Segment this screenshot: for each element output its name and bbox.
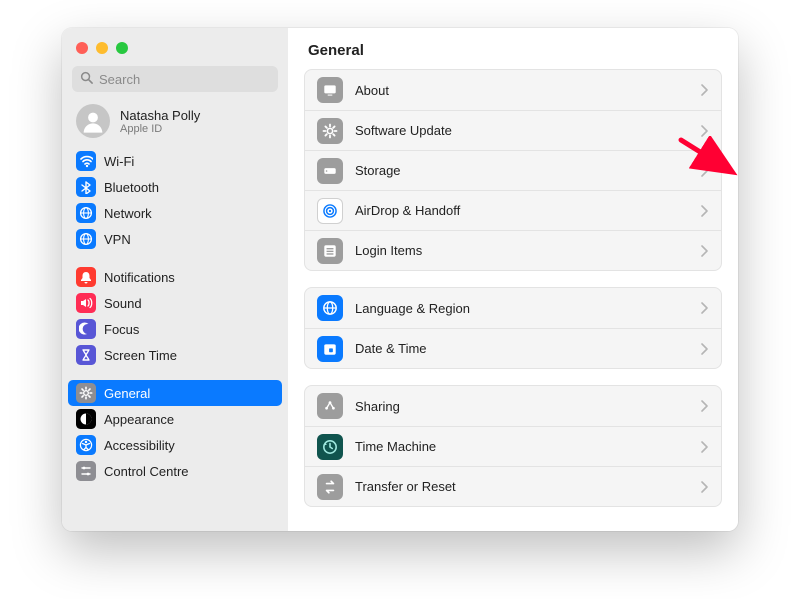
row-about[interactable]: About [305, 70, 721, 110]
settings-group: About Software Update Storage AirDrop & Han… [304, 69, 722, 271]
sidebar-item-screen-time[interactable]: Screen Time [68, 342, 282, 368]
sidebar-item-label: General [104, 386, 150, 401]
sidebar-item-bluetooth[interactable]: Bluetooth [68, 174, 282, 200]
sidebar-item-label: Bluetooth [104, 180, 159, 195]
avatar [76, 104, 110, 138]
row-label: Transfer or Reset [355, 479, 689, 494]
chevron-right-icon [701, 400, 709, 412]
chevron-right-icon [701, 84, 709, 96]
row-login-items[interactable]: Login Items [305, 230, 721, 270]
search-input[interactable] [99, 72, 270, 87]
sidebar-item-control-centre[interactable]: Control Centre [68, 458, 282, 484]
fullscreen-window-button[interactable] [116, 42, 128, 54]
sidebar-item-network[interactable]: Network [68, 200, 282, 226]
airdrop-icon [317, 198, 343, 224]
chevron-right-icon [701, 302, 709, 314]
control-centre-icon [76, 461, 96, 481]
row-label: Time Machine [355, 439, 689, 454]
sidebar-item-label: VPN [104, 232, 131, 247]
bell-icon [76, 267, 96, 287]
accessibility-icon [76, 435, 96, 455]
search-icon [80, 71, 93, 87]
wifi-icon [76, 151, 96, 171]
vpn-icon [76, 229, 96, 249]
appearance-icon [76, 409, 96, 429]
about-icon [317, 77, 343, 103]
settings-group: Sharing Time Machine Transfer or Reset [304, 385, 722, 507]
account-sub: Apple ID [120, 123, 200, 135]
row-transfer-reset[interactable]: Transfer or Reset [305, 466, 721, 506]
row-label: About [355, 83, 689, 98]
sidebar-item-vpn[interactable]: VPN [68, 226, 282, 252]
network-icon [76, 203, 96, 223]
login-items-icon [317, 238, 343, 264]
gear-icon [317, 118, 343, 144]
minimize-window-button[interactable] [96, 42, 108, 54]
calendar-icon [317, 336, 343, 362]
sidebar-item-label: Sound [104, 296, 142, 311]
chevron-right-icon [701, 441, 709, 453]
sound-icon [76, 293, 96, 313]
page-title: General [288, 28, 738, 69]
storage-icon [317, 158, 343, 184]
sidebar-item-label: Focus [104, 322, 139, 337]
chevron-right-icon [701, 343, 709, 355]
row-label: Language & Region [355, 301, 689, 316]
chevron-right-icon [701, 481, 709, 493]
sidebar: Natasha Polly Apple ID Wi-Fi Bluetooth Net… [62, 28, 288, 531]
sidebar-item-label: Control Centre [104, 464, 189, 479]
sidebar-item-label: Network [104, 206, 152, 221]
focus-icon [76, 319, 96, 339]
row-storage[interactable]: Storage [305, 150, 721, 190]
bluetooth-icon [76, 177, 96, 197]
row-label: Sharing [355, 399, 689, 414]
sidebar-item-label: Accessibility [104, 438, 175, 453]
row-label: Storage [355, 163, 689, 178]
sidebar-item-accessibility[interactable]: Accessibility [68, 432, 282, 458]
settings-group: Language & Region Date & Time [304, 287, 722, 369]
account-name: Natasha Polly [120, 108, 200, 123]
main-panel: General About Software Update Storage AirDr… [288, 28, 738, 531]
chevron-right-icon [701, 165, 709, 177]
gear-icon [76, 383, 96, 403]
row-time-machine[interactable]: Time Machine [305, 426, 721, 466]
chevron-right-icon [701, 205, 709, 217]
sidebar-item-sound[interactable]: Sound [68, 290, 282, 316]
row-language-region[interactable]: Language & Region [305, 288, 721, 328]
sharing-icon [317, 393, 343, 419]
sidebar-item-notifications[interactable]: Notifications [68, 264, 282, 290]
globe-icon [317, 295, 343, 321]
settings-window: Natasha Polly Apple ID Wi-Fi Bluetooth Net… [62, 28, 738, 531]
row-label: Date & Time [355, 341, 689, 356]
hourglass-icon [76, 345, 96, 365]
row-label: Software Update [355, 123, 689, 138]
chevron-right-icon [701, 125, 709, 137]
sidebar-item-label: Screen Time [104, 348, 177, 363]
close-window-button[interactable] [76, 42, 88, 54]
sidebar-item-label: Notifications [104, 270, 175, 285]
row-software-update[interactable]: Software Update [305, 110, 721, 150]
sidebar-item-label: Wi-Fi [104, 154, 134, 169]
sidebar-item-wifi[interactable]: Wi-Fi [68, 148, 282, 174]
transfer-icon [317, 474, 343, 500]
row-label: Login Items [355, 243, 689, 258]
sidebar-item-appearance[interactable]: Appearance [68, 406, 282, 432]
sidebar-item-focus[interactable]: Focus [68, 316, 282, 342]
apple-id-account[interactable]: Natasha Polly Apple ID [62, 100, 288, 148]
row-date-time[interactable]: Date & Time [305, 328, 721, 368]
time-machine-icon [317, 434, 343, 460]
chevron-right-icon [701, 245, 709, 257]
row-sharing[interactable]: Sharing [305, 386, 721, 426]
row-airdrop-handoff[interactable]: AirDrop & Handoff [305, 190, 721, 230]
sidebar-item-label: Appearance [104, 412, 174, 427]
search-field[interactable] [72, 66, 278, 92]
sidebar-item-general[interactable]: General [68, 380, 282, 406]
row-label: AirDrop & Handoff [355, 203, 689, 218]
window-controls [62, 38, 288, 66]
